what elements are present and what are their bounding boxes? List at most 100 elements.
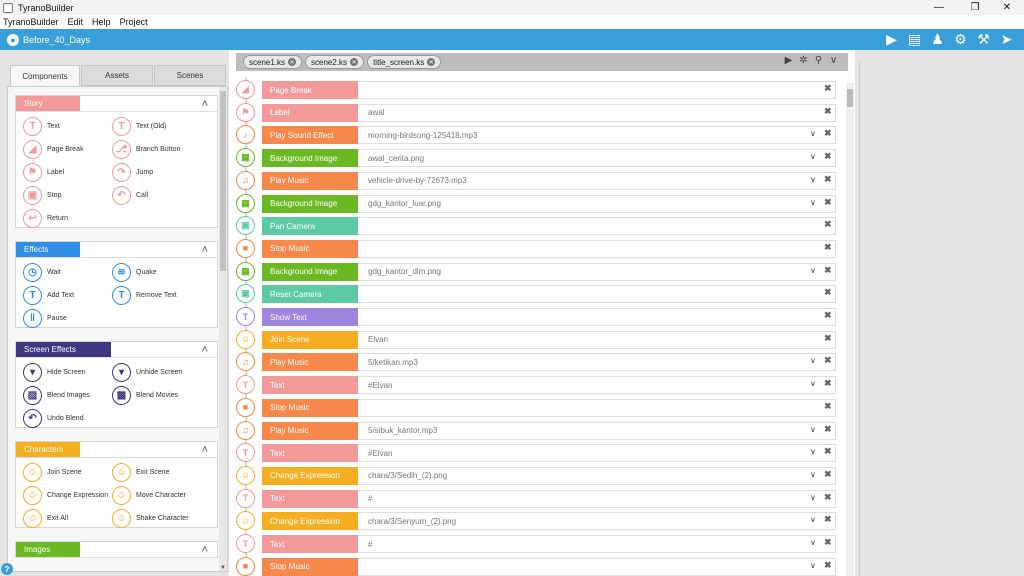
expand-chevron-icon[interactable]: ∨ [810, 198, 816, 207]
build-hammer-icon[interactable]: ⚒ [972, 31, 995, 48]
script-row-value[interactable]: 5/ketikan.mp3 [358, 353, 836, 372]
component-pause[interactable]: ‖ Pause [23, 309, 67, 328]
delete-row-icon[interactable]: ✖ [824, 401, 832, 412]
delete-row-icon[interactable]: ✖ [824, 219, 832, 230]
script-row-value[interactable]: # [358, 489, 836, 508]
script-row[interactable]: T Text # ∨ ✖ [236, 534, 838, 554]
script-row-value[interactable] [358, 217, 836, 236]
delete-row-icon[interactable]: ✖ [824, 287, 832, 298]
delete-row-icon[interactable]: ✖ [824, 128, 832, 139]
menu-edit[interactable]: Edit [68, 17, 84, 27]
delete-row-icon[interactable]: ✖ [824, 106, 832, 117]
component-exit-all[interactable]: ☺ Exit All [23, 509, 68, 528]
script-row-label[interactable]: Label [262, 103, 358, 122]
script-row-label[interactable]: Text [262, 444, 358, 463]
component-join-scene[interactable]: ☺ Join Scene [23, 463, 82, 482]
script-row-value[interactable] [358, 557, 836, 576]
script-row-label[interactable]: Text [262, 535, 358, 553]
script-row-value[interactable]: awal [358, 103, 836, 122]
script-row[interactable]: ♪ Play Sound Effect morning-birdsong-12541… [236, 125, 838, 145]
script-row-value[interactable]: Elvan [358, 330, 836, 349]
script-row[interactable]: ■ Stop Music ✖ [236, 397, 838, 418]
components-scrollbar[interactable]: ▼ [219, 87, 227, 571]
component-wait[interactable]: ◷ Wait [23, 263, 61, 282]
script-row-label[interactable]: Stop Music [262, 239, 358, 258]
menu-help[interactable]: Help [92, 17, 111, 27]
script-row-value[interactable]: 5/sibuk_kantor.mp3 [358, 421, 836, 440]
component-shake-character[interactable]: ☺ Shake Character [112, 509, 189, 528]
script-row-value[interactable]: awal_cerita.png [358, 149, 836, 168]
component-return[interactable]: ↩ Return [23, 209, 68, 228]
expand-chevron-icon[interactable]: ∨ [810, 447, 816, 456]
expand-chevron-icon[interactable]: ∨ [810, 266, 816, 275]
expand-chevron-icon[interactable]: ∨ [810, 561, 816, 570]
component-remove-text[interactable]: T Remove Text [112, 286, 177, 305]
component-call[interactable]: ↶ Call [112, 186, 148, 205]
delete-row-icon[interactable]: ✖ [824, 265, 832, 276]
menu-project[interactable]: Project [120, 17, 148, 27]
section-header[interactable]: Characters ˄ [16, 442, 217, 458]
script-row[interactable]: ☺ Change Expression chara/3/Sedih_(2).png ∨… [236, 465, 838, 486]
file-tab[interactable]: title_screen.ks ✕ [367, 55, 442, 69]
script-row-value[interactable]: chara/3/Sedih_(2).png [358, 466, 836, 485]
script-scrollbar[interactable] [846, 83, 854, 576]
component-quake[interactable]: ≋ Quake [112, 263, 157, 282]
collapse-chevron-icon[interactable]: ˄ [202, 544, 208, 556]
close-icon[interactable]: ✕ [990, 0, 1024, 15]
collapse-chevron-icon[interactable]: ˄ [202, 444, 208, 456]
script-row-value[interactable]: vehicle-drive-by-72673.mp3 [358, 171, 836, 190]
script-row-value[interactable]: #Elvan [358, 376, 836, 395]
delete-row-icon[interactable]: ✖ [824, 492, 832, 503]
script-row[interactable]: T Show Text ✖ [236, 307, 838, 327]
script-row-value[interactable]: morning-birdsong-125418.mp3 [358, 126, 836, 145]
delete-row-icon[interactable]: ✖ [824, 151, 832, 162]
script-row-label[interactable]: Change Expression [262, 512, 358, 531]
restore-icon[interactable]: ❐ [958, 0, 992, 15]
script-row-value[interactable]: # [358, 535, 836, 553]
menu-tyranobuilder[interactable]: TyranoBuilder [3, 17, 59, 27]
script-row[interactable]: ▦ Background Image gdg_kantor_luar.png ∨ ✖ [236, 193, 838, 214]
delete-row-icon[interactable]: ✖ [824, 174, 832, 185]
delete-row-icon[interactable]: ✖ [824, 469, 832, 480]
delete-row-icon[interactable]: ✖ [824, 242, 832, 253]
script-row-label[interactable]: Show Text [262, 308, 358, 326]
script-row-label[interactable]: Reset Camera [262, 285, 358, 304]
file-tab[interactable]: scene1.ks ✕ [243, 55, 303, 69]
collapse-chevron-icon[interactable]: ˄ [202, 98, 208, 110]
script-row-value[interactable] [358, 81, 836, 99]
delete-row-icon[interactable]: ✖ [824, 355, 832, 366]
component-move-character[interactable]: ☺ Move Character [112, 486, 186, 505]
run-scene-icon[interactable]: ▶ [781, 55, 796, 66]
script-row[interactable]: T Text #Elvan ∨ ✖ [236, 375, 838, 395]
script-row-value[interactable]: gdg_kantor_dlm.png [358, 262, 836, 281]
script-row-label[interactable]: Text [262, 376, 358, 395]
script-row[interactable]: ◢ Page Break ✖ [236, 80, 838, 100]
delete-row-icon[interactable]: ✖ [824, 537, 832, 548]
expand-chevron-icon[interactable]: ∨ [810, 356, 816, 365]
script-row-label[interactable]: Text [262, 489, 358, 508]
script-row-value[interactable]: gdg_kantor_luar.png [358, 194, 836, 213]
script-row[interactable]: ♫ Play Music 5/sibuk_kantor.mp3 ∨ ✖ [236, 420, 838, 441]
expand-chevron-icon[interactable]: ∨ [810, 379, 816, 388]
script-row-label[interactable]: Change Expression [262, 466, 358, 485]
script-row[interactable]: ▦ Background Image gdg_kantor_dlm.png ∨ ✖ [236, 261, 838, 282]
script-row-label[interactable]: Stop Music [262, 398, 358, 417]
save-icon[interactable]: ▤ [903, 31, 926, 48]
delete-row-icon[interactable]: ✖ [824, 446, 832, 457]
script-row-label[interactable]: Pan Camera [262, 217, 358, 236]
component-exit-scene[interactable]: ☺ Exit Scene [112, 463, 169, 482]
help-icon[interactable]: ? [1, 563, 13, 575]
search-icon[interactable]: ⚲ [811, 55, 826, 66]
script-row-label[interactable]: Play Music [262, 353, 358, 372]
tab-components[interactable]: Components [10, 65, 80, 87]
delete-row-icon[interactable]: ✖ [824, 197, 832, 208]
characters-icon[interactable]: ♟ [926, 31, 949, 48]
play-icon[interactable]: ▶ [880, 31, 903, 48]
close-tab-icon[interactable]: ✕ [427, 58, 436, 66]
script-row-label[interactable]: Background Image [262, 262, 358, 281]
component-add-text[interactable]: T Add Text [23, 286, 74, 305]
script-row[interactable]: ⚑ Label awal ✖ [236, 102, 838, 123]
expand-chevron-icon[interactable]: ∨ [810, 470, 816, 479]
section-header[interactable]: Effects ˄ [16, 242, 217, 258]
delete-row-icon[interactable]: ✖ [824, 560, 832, 571]
